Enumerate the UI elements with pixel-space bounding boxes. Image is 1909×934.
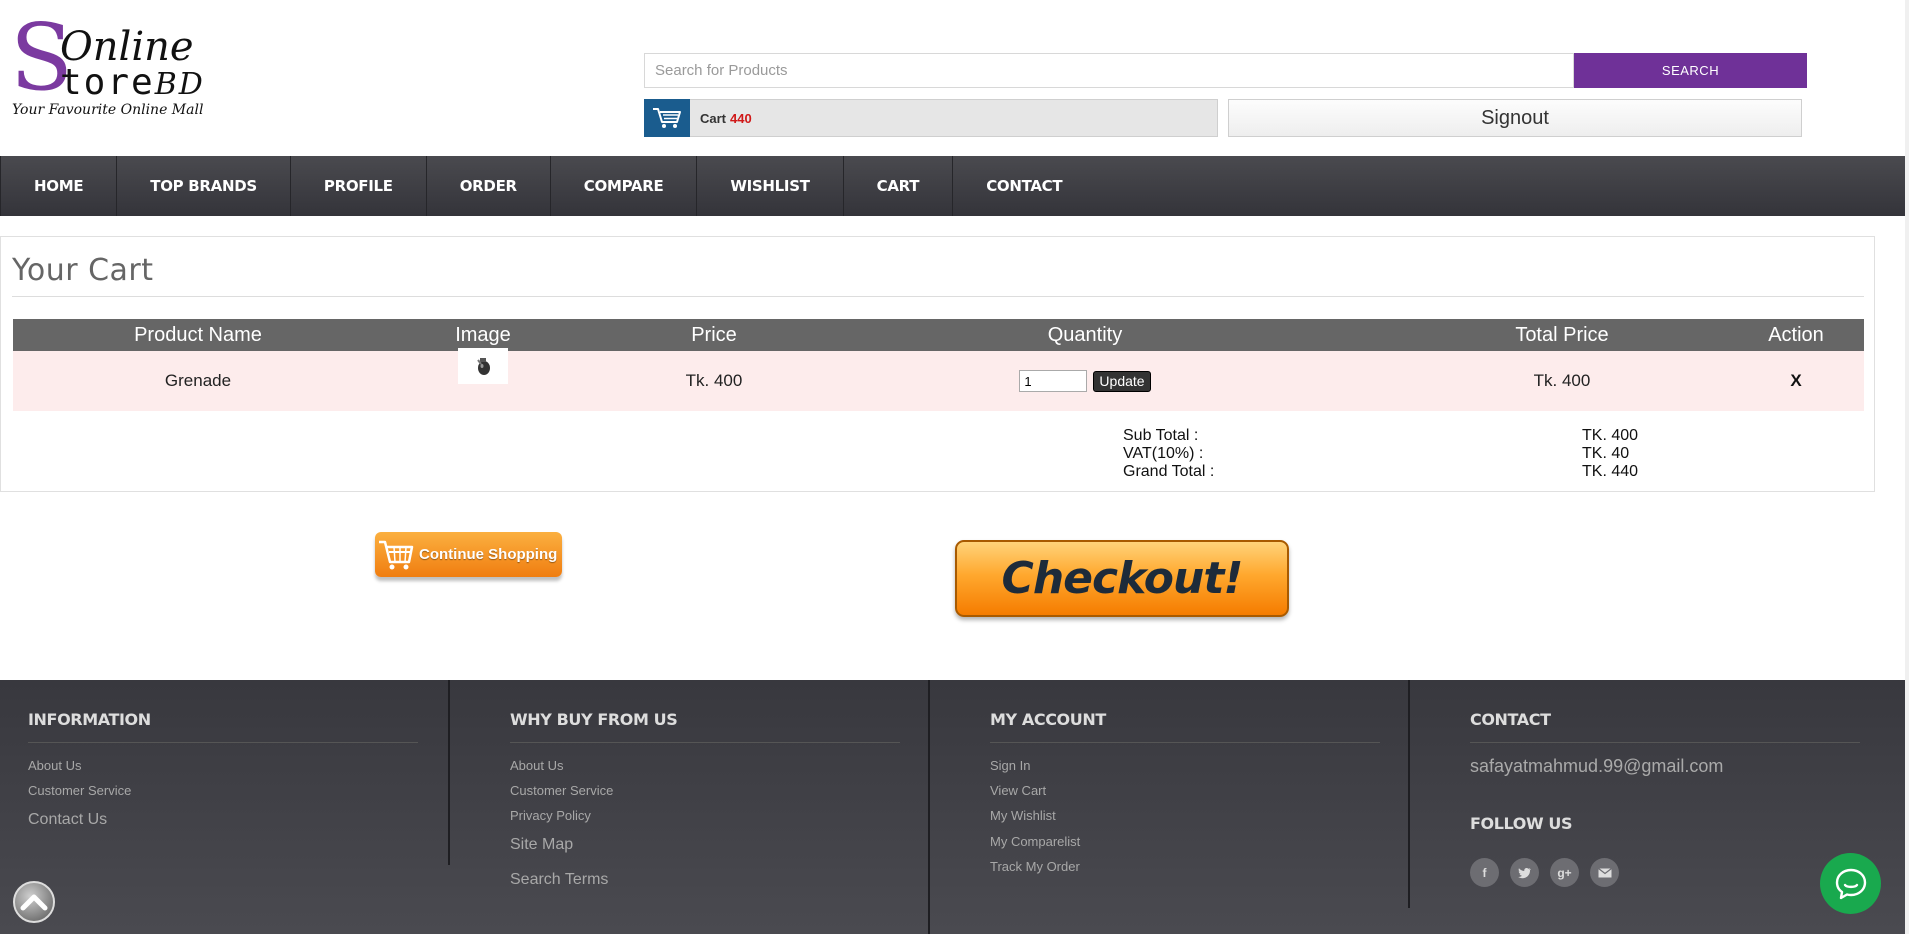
cart-panel: Your Cart Product Name Image Price Quant… (0, 236, 1875, 492)
nav-item-top-brands[interactable]: TOP BRANDS (117, 156, 291, 216)
column-header-action: Action (1768, 323, 1824, 346)
nav-item-wishlist[interactable]: WISHLIST (697, 156, 844, 216)
column-header-product-name: Product Name (134, 323, 262, 346)
footer-my-account-title: MY ACCOUNT (990, 710, 1106, 729)
cart-label: Cart (700, 110, 727, 126)
footer-divider (510, 742, 900, 743)
social-links: f g+ (1470, 858, 1619, 887)
logo-line2-word: tore (60, 62, 155, 103)
continue-shopping-label: Continue Shopping (419, 546, 558, 563)
product-image-cell (383, 348, 583, 411)
checkout-label: Checkout! (1001, 553, 1244, 604)
nav-item-contact[interactable]: CONTACT (953, 156, 1095, 216)
continue-shopping-button[interactable]: Continue Shopping (375, 532, 562, 577)
nav-item-order[interactable]: ORDER (427, 156, 551, 216)
footer-contact-title: CONTACT (1470, 710, 1551, 729)
header: S Online toreBD Your Favourite Online Ma… (0, 0, 1909, 156)
main-nav: HOME TOP BRANDS PROFILE ORDER COMPARE WI… (0, 156, 1905, 216)
facebook-icon[interactable]: f (1470, 858, 1499, 887)
quantity-input[interactable] (1019, 370, 1088, 392)
twitter-icon[interactable] (1510, 858, 1539, 887)
logo-line2: toreBD (60, 62, 205, 103)
footer-divider (28, 742, 418, 743)
chat-icon (1835, 868, 1866, 899)
footer-divider (1470, 742, 1860, 743)
logo-tagline: Your Favourite Online Mall (12, 102, 204, 118)
nav-item-profile[interactable]: PROFILE (291, 156, 427, 216)
page-title: Your Cart (12, 253, 154, 288)
nav-item-home[interactable]: HOME (0, 156, 118, 216)
footer-link-customer-service[interactable]: Customer Service (28, 783, 131, 798)
nav-item-cart[interactable]: CART (844, 156, 954, 216)
footer: INFORMATION About Us Customer Service Co… (0, 680, 1905, 934)
page: S Online toreBD Your Favourite Online Ma… (0, 0, 1909, 934)
quantity-cell: Update (845, 351, 1325, 411)
footer-link-my-wishlist[interactable]: My Wishlist (990, 808, 1056, 823)
footer-link-search-terms[interactable]: Search Terms (510, 871, 608, 889)
nav-item-compare[interactable]: COMPARE (551, 156, 698, 216)
footer-link-contact-us[interactable]: Contact Us (28, 811, 107, 829)
footer-link-about-us[interactable]: About Us (28, 758, 81, 773)
subtotal-label: Sub Total : (1123, 427, 1199, 444)
column-header-quantity: Quantity (1047, 323, 1123, 346)
update-button[interactable]: Update (1093, 370, 1151, 392)
column-header-image: Image (455, 323, 511, 346)
product-name: Grenade (164, 371, 232, 390)
follow-us-title: FOLLOW US (1470, 814, 1573, 833)
search-input[interactable] (644, 53, 1574, 88)
footer-link-privacy-policy[interactable]: Privacy Policy (510, 808, 591, 823)
chat-widget-button[interactable] (1820, 853, 1881, 914)
subtotal-value: TK. 400 (1582, 427, 1639, 444)
grand-total-label: Grand Total : (1123, 463, 1215, 480)
cart-table-header: Product Name Image Price Quantity Total … (13, 319, 1864, 351)
footer-why-buy: WHY BUY FROM US About Us Customer Servic… (448, 680, 928, 888)
shopping-cart-icon (379, 540, 414, 569)
google-plus-icon[interactable]: g+ (1550, 858, 1579, 887)
footer-link-about-us[interactable]: About Us (510, 758, 563, 773)
chevron-up-icon (20, 894, 48, 911)
contact-email[interactable]: safayatmahmud.99@gmail.com (1470, 756, 1723, 777)
footer-divider (990, 742, 1380, 743)
signout-button[interactable]: Signout (1228, 99, 1802, 137)
cart-icon (644, 98, 690, 137)
vat-label: VAT(10%) : (1123, 445, 1204, 462)
footer-information-title: INFORMATION (28, 710, 151, 729)
vat-value: TK. 40 (1582, 445, 1630, 462)
search-bar: SEARCH (644, 53, 1807, 88)
site-logo[interactable]: S Online toreBD Your Favourite Online Ma… (10, 12, 240, 125)
grand-total-value: TK. 440 (1582, 463, 1639, 480)
cart-amount: 440 (730, 110, 752, 126)
product-thumbnail[interactable] (458, 348, 508, 384)
footer-link-customer-service[interactable]: Customer Service (510, 783, 613, 798)
totals-values: TK. 400 TK. 40 TK. 440 (1582, 427, 1638, 481)
footer-information: INFORMATION About Us Customer Service Co… (0, 680, 449, 934)
column-header-price: Price (691, 323, 737, 346)
product-price: Tk. 400 (685, 371, 743, 390)
footer-link-sign-in[interactable]: Sign In (990, 758, 1030, 773)
footer-why-buy-title: WHY BUY FROM US (510, 710, 678, 729)
totals-labels: Sub Total : VAT(10%) : Grand Total : (1123, 427, 1214, 481)
footer-link-my-comparelist[interactable]: My Comparelist (990, 834, 1080, 849)
footer-my-account: MY ACCOUNT Sign In View Cart My Wishlist… (928, 680, 1408, 934)
page-scrollbar[interactable] (1905, 0, 1909, 934)
remove-item-button[interactable]: X (1728, 351, 1864, 411)
mail-icon[interactable] (1590, 858, 1619, 887)
logo-line2-suffix: BD (154, 67, 205, 102)
scroll-to-top-button[interactable] (13, 881, 55, 923)
footer-link-track-my-order[interactable]: Track My Order (990, 859, 1080, 874)
footer-link-view-cart[interactable]: View Cart (990, 783, 1046, 798)
search-button[interactable]: SEARCH (1574, 53, 1807, 88)
remove-icon[interactable]: X (1790, 371, 1801, 391)
checkout-button[interactable]: Checkout! (955, 540, 1289, 617)
header-cart[interactable]: Cart 440 (644, 98, 1218, 137)
table-row: Grenade Tk. 400 Update Tk. 400 X (13, 348, 1864, 411)
footer-link-site-map[interactable]: Site Map (510, 836, 573, 854)
title-divider (12, 296, 1864, 297)
